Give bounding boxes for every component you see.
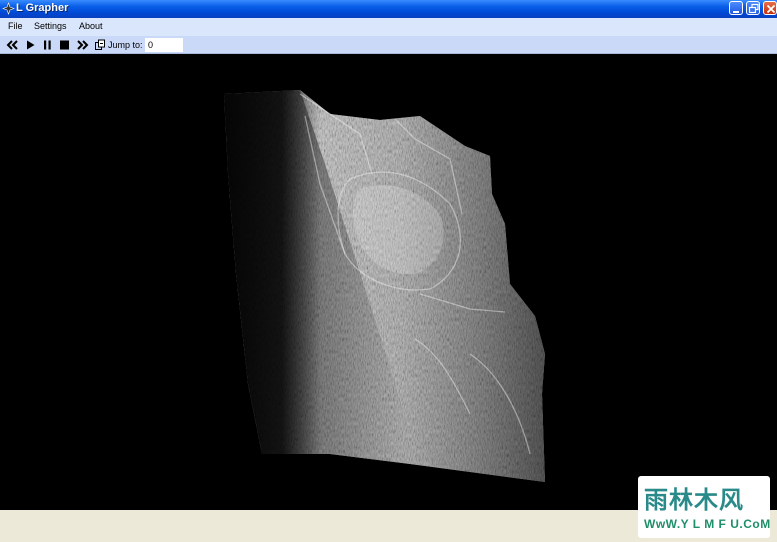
play-icon <box>27 40 35 50</box>
menu-settings[interactable]: Settings <box>34 21 67 31</box>
watermark-url: WwW.Y L M F U.CoM <box>644 517 771 531</box>
jump-label: Jump to: <box>108 40 143 50</box>
restore-icon <box>748 3 759 14</box>
playback-toolbar: Jump to: <box>0 36 777 54</box>
play-button[interactable] <box>24 39 37 51</box>
pause-button[interactable] <box>41 39 54 51</box>
fast-forward-button[interactable] <box>76 39 89 51</box>
fast-forward-icon <box>77 40 89 50</box>
jump-button[interactable] <box>94 39 107 51</box>
window-title: L Grapher <box>16 2 69 14</box>
watermark-text: 雨林木风 <box>644 486 744 514</box>
watermark-logo: 雨林木风 WwW.Y L M F U.CoM <box>638 476 770 538</box>
menu-bar: File Settings About <box>0 18 777 36</box>
stop-button[interactable] <box>58 39 71 51</box>
menu-about[interactable]: About <box>79 21 103 31</box>
minimize-icon <box>733 11 739 13</box>
jump-input[interactable] <box>145 38 183 52</box>
close-icon <box>766 4 776 14</box>
graph-canvas[interactable] <box>0 54 777 510</box>
menu-file[interactable]: File <box>8 21 23 31</box>
jump-icon <box>95 39 105 50</box>
restore-button[interactable] <box>746 1 760 15</box>
close-button[interactable] <box>763 1 777 15</box>
rewind-icon <box>6 40 18 50</box>
app-icon[interactable] <box>2 2 15 15</box>
minimize-button[interactable] <box>729 1 743 15</box>
rewind-button[interactable] <box>6 39 19 51</box>
pause-icon <box>44 40 51 50</box>
app-window: L Grapher File Settings About Jump to: 0… <box>0 0 777 542</box>
title-bar[interactable]: L Grapher <box>0 0 777 18</box>
stop-icon <box>60 40 69 50</box>
surface-plot-render <box>224 90 545 482</box>
